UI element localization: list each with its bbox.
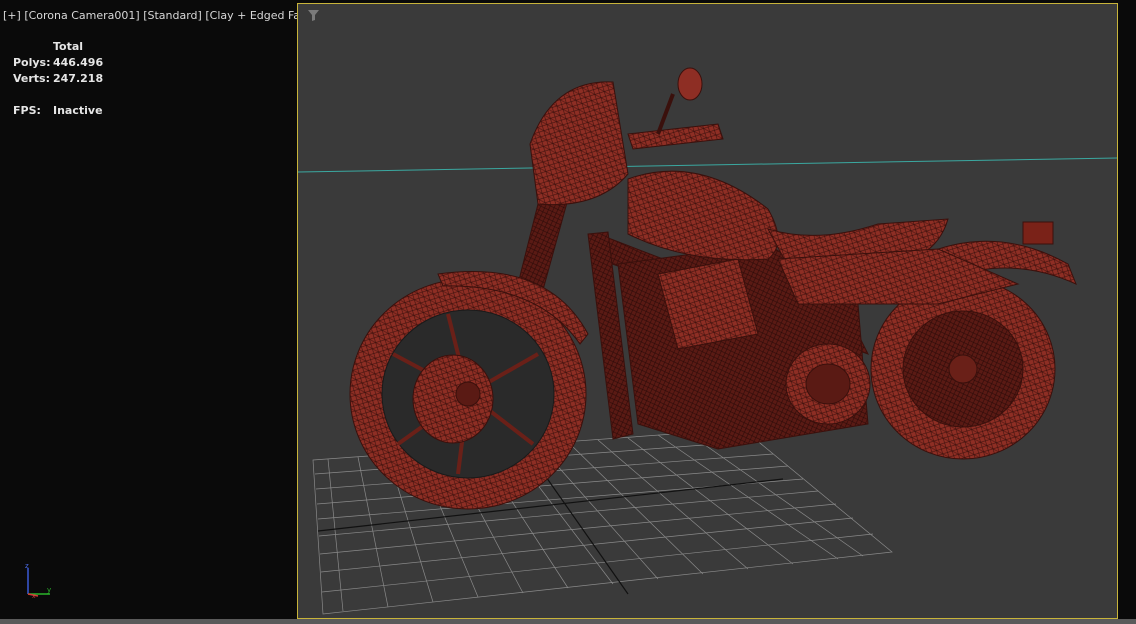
polys-label: Polys:: [13, 56, 51, 69]
axis-y-label: y: [47, 586, 51, 594]
polys-value: 446.496: [53, 56, 104, 69]
scene-render: [298, 67, 1117, 615]
fuel-tank: [627, 170, 779, 261]
stats-overlay: Total Polys: 446.496 Verts: 247.218 FPS: In…: [13, 40, 103, 120]
viewport-bottom-edge: [0, 619, 1136, 624]
axis-tripod-icon: z y x: [25, 562, 51, 600]
stats-total-header: Total: [53, 40, 84, 53]
fps-value: Inactive: [53, 104, 103, 117]
viewport-shading-menu[interactable]: [Standard]: [143, 9, 202, 22]
verts-label: Verts:: [13, 72, 51, 85]
viewport-menu-plus[interactable]: [+]: [3, 9, 21, 22]
filter-icon[interactable]: [308, 10, 319, 21]
fps-label: FPS:: [13, 104, 41, 117]
verts-value: 247.218: [53, 72, 104, 85]
camera-viewport[interactable]: [297, 3, 1118, 619]
grid-axis-x: [317, 478, 784, 532]
axis-x-label: x: [32, 593, 36, 600]
axis-z-label: z: [25, 562, 29, 570]
viewport-camera-menu[interactable]: [Corona Camera001]: [24, 9, 139, 22]
motorcycle-model: [349, 67, 1077, 510]
fairing: [529, 81, 629, 206]
horizon-line: [298, 157, 1117, 173]
viewport-label: [+] [Corona Camera001] [Standard] [Clay …: [3, 9, 323, 22]
